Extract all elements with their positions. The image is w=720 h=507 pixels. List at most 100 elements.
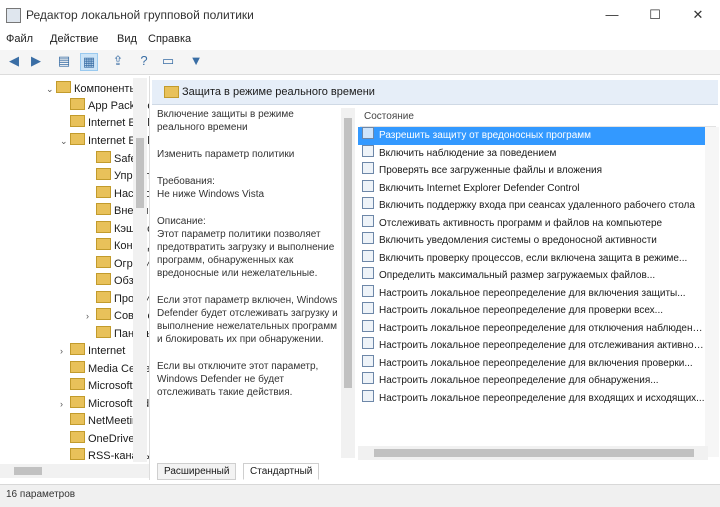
folder-icon: [70, 361, 85, 373]
column-header-state[interactable]: Состояние: [364, 111, 414, 122]
filter-icon[interactable]: ▼: [188, 53, 204, 69]
folder-icon: [96, 256, 111, 268]
chevron-down-icon[interactable]: ⌄: [60, 132, 70, 150]
list-item[interactable]: Проверять все загруженные файлы и вложен…: [358, 162, 706, 180]
policy-icon: [362, 249, 374, 262]
up-folder-icon[interactable]: ▤: [56, 53, 72, 69]
folder-icon: [70, 378, 85, 390]
folder-icon: [96, 221, 111, 233]
menu-help[interactable]: Справка: [148, 33, 191, 45]
list-item[interactable]: Настроить локальное переопределение для …: [358, 337, 706, 355]
folder-icon: [96, 291, 111, 303]
folder-icon: [164, 86, 179, 98]
help-icon[interactable]: ?: [136, 53, 152, 69]
list-scrollbar-horizontal[interactable]: [358, 446, 708, 460]
minimize-button[interactable]: —: [598, 6, 626, 24]
policy-icon: [362, 302, 374, 314]
menu-action[interactable]: Действие: [50, 33, 98, 45]
chevron-down-icon[interactable]: ⌄: [46, 80, 56, 98]
description-panel: Включение защиты в режиме реального врем…: [157, 108, 341, 458]
list-item[interactable]: Включить Internet Explorer Defender Cont…: [358, 179, 706, 198]
title-bar: Редактор локальной групповой политики — …: [0, 0, 720, 30]
chevron-right-icon[interactable]: ›: [60, 395, 70, 413]
settings-list: Разрешить защиту от вредоносных программ…: [358, 127, 706, 457]
folder-icon: [70, 343, 85, 355]
folder-icon: [96, 273, 111, 285]
properties-icon[interactable]: ▭: [160, 53, 176, 69]
folder-icon: [96, 203, 111, 215]
tree-pane: ⌄Компоненты App Package Internet Explore…: [0, 76, 150, 480]
tree-item[interactable]: › Internet: [60, 342, 125, 360]
list-item[interactable]: Включить проверку процессов, если включе…: [358, 249, 706, 268]
folder-icon: [56, 81, 71, 93]
tree-item[interactable]: OneDrive: [70, 430, 134, 448]
policy-icon: [362, 337, 374, 349]
edit-policy-link[interactable]: Изменить параметр политики: [157, 148, 341, 161]
list-item[interactable]: Отслеживать активность программ и файлов…: [358, 214, 706, 233]
policy-icon: [362, 127, 374, 139]
description-scrollbar[interactable]: [341, 108, 355, 458]
policy-icon: [362, 144, 374, 157]
folder-icon: [96, 151, 111, 163]
policy-icon: [362, 389, 374, 402]
folder-icon: [96, 238, 111, 250]
policy-icon: [362, 162, 374, 174]
status-bar: 16 параметров: [0, 484, 720, 507]
list-item[interactable]: Включить уведомления системы о вредоносн…: [358, 232, 706, 250]
list-scrollbar-vertical[interactable]: [705, 127, 719, 457]
tree-scrollbar-horizontal[interactable]: [0, 464, 149, 478]
policy-icon: [362, 372, 374, 384]
tab-extended[interactable]: Расширенный: [157, 463, 237, 480]
export-icon[interactable]: ⇪: [110, 53, 126, 69]
description-title: Включение защиты в режиме реального врем…: [157, 109, 294, 133]
list-item[interactable]: Определить максимальный размер загружаем…: [358, 267, 706, 285]
forward-arrow-icon[interactable]: ▶: [28, 53, 44, 69]
list-item[interactable]: Настроить локальное переопределение для …: [358, 389, 706, 408]
policy-icon: [362, 267, 374, 279]
policy-icon: [362, 197, 374, 209]
list-item[interactable]: Настроить локальное переопределение для …: [358, 284, 706, 303]
description-text: Если вы отключите этот параметр, Windows…: [157, 361, 319, 398]
menu-bar: Файл Действие Вид Справка: [0, 30, 720, 50]
folder-icon: [70, 431, 85, 443]
scroll-thumb[interactable]: [14, 467, 42, 475]
scroll-thumb[interactable]: [374, 449, 694, 457]
folder-icon: [70, 133, 85, 145]
list-item[interactable]: Настроить локальное переопределение для …: [358, 354, 706, 373]
folder-icon: [96, 308, 111, 320]
folder-icon: [70, 115, 85, 127]
tree-item[interactable]: ⌄ Компоненты: [46, 80, 137, 98]
tree-item[interactable]: Microsoft: [70, 377, 133, 395]
status-text: 16 параметров: [6, 489, 76, 500]
list-item[interactable]: Настроить локальное переопределение для …: [358, 319, 706, 338]
folder-icon: [70, 413, 85, 425]
toolbar: ◀ ▶ ▤ ▦ ⇪ ? ▭ ▼: [0, 50, 720, 75]
back-arrow-icon[interactable]: ◀: [6, 53, 22, 69]
show-hide-tree-icon[interactable]: ▦: [80, 53, 98, 71]
close-button[interactable]: ✕: [684, 6, 712, 24]
list-item[interactable]: Разрешить защиту от вредоносных программ: [358, 127, 706, 145]
policy-icon: [362, 354, 374, 367]
chevron-right-icon[interactable]: ›: [60, 342, 70, 360]
list-item[interactable]: Настроить локальное переопределение для …: [358, 302, 706, 320]
scroll-thumb[interactable]: [344, 118, 352, 388]
requirements-text: Требования: Не ниже Windows Vista: [157, 176, 265, 200]
menu-file[interactable]: Файл: [6, 33, 33, 45]
list-item[interactable]: Включить наблюдение за поведением: [358, 144, 706, 163]
tree-scrollbar-vertical[interactable]: [133, 78, 147, 462]
maximize-button[interactable]: ☐: [641, 6, 669, 24]
folder-icon: [70, 396, 85, 408]
folder-icon: [96, 168, 111, 180]
folder-icon: [70, 98, 85, 110]
folder-icon: [96, 186, 111, 198]
description-text: Если этот параметр включен, Windows Defe…: [157, 295, 338, 345]
folder-icon: [96, 326, 111, 338]
list-item[interactable]: Настроить локальное переопределение для …: [358, 372, 706, 390]
tab-standard[interactable]: Стандартный: [243, 463, 320, 480]
scroll-thumb[interactable]: [136, 138, 144, 208]
chevron-right-icon[interactable]: ›: [86, 307, 96, 325]
policy-icon: [362, 179, 374, 192]
app-icon: [6, 8, 21, 23]
menu-view[interactable]: Вид: [117, 33, 137, 45]
list-item[interactable]: Включить поддержку входа при сеансах уда…: [358, 197, 706, 215]
